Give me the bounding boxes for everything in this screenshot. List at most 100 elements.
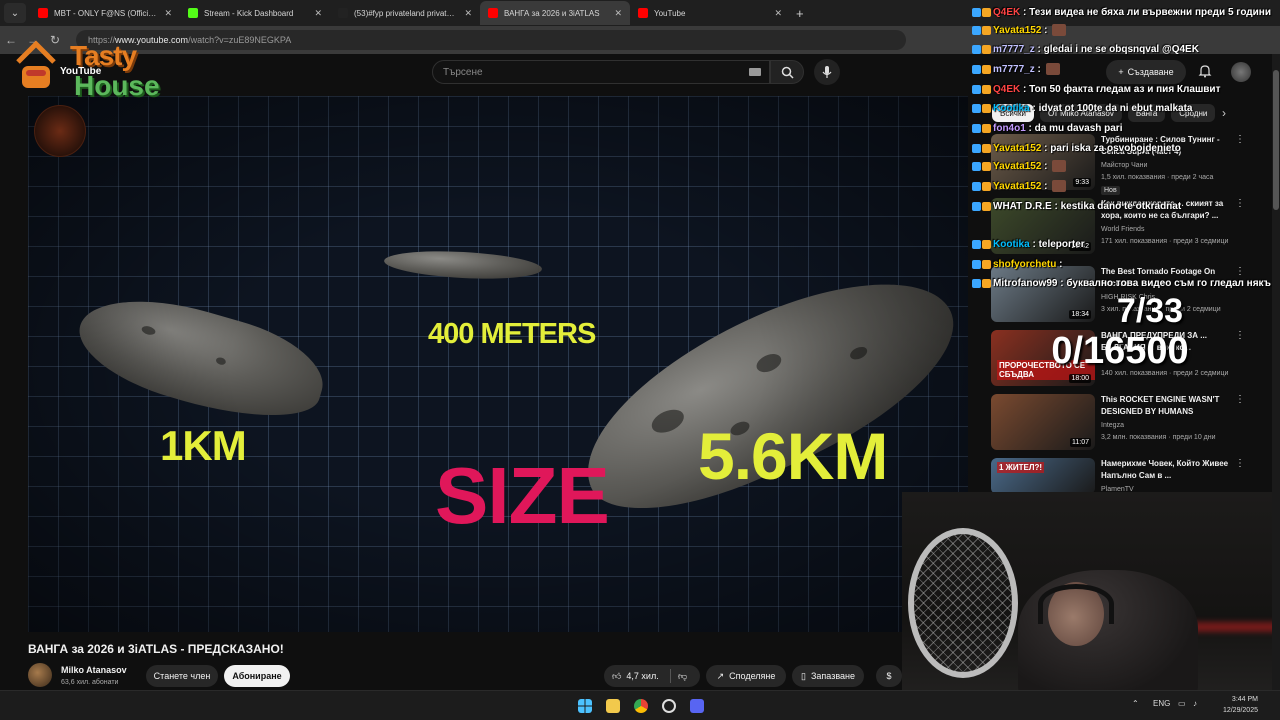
chat-username: Mitrofanow99 (993, 277, 1058, 289)
thumbs-up-icon: 👍︎ (612, 670, 622, 681)
chat-username: m7777_z (993, 43, 1035, 55)
chat-separator: : (1041, 24, 1051, 36)
dislike-button[interactable]: 👎︎ (678, 671, 687, 682)
chat-badge-icon (972, 201, 981, 211)
chat-badges (972, 259, 991, 269)
like-divider (670, 669, 671, 683)
tab-title: Stream - Kick Dashboard (204, 8, 294, 18)
recommended-video[interactable]: 11:07 This ROCKET ENGINE WASN'T DESIGNED … (991, 394, 1271, 450)
tab-title: MBT - ONLY F@NS (Official Au (54, 8, 159, 18)
chat-emote-icon (1052, 160, 1067, 172)
system-clock[interactable]: 3:44 PM 12/29/2025 (1208, 694, 1258, 716)
chevron-up-icon[interactable]: ⌃ (1132, 699, 1139, 708)
search-icon (781, 66, 794, 79)
tab-close-icon[interactable]: ✕ (774, 8, 782, 19)
network-icon[interactable]: ▭ (1178, 699, 1186, 708)
tab-favicon-icon (488, 8, 498, 18)
more-options-icon[interactable]: ⋮ (1235, 394, 1245, 405)
video-thumbnail[interactable]: 1 ЖИТЕЛ?! (991, 458, 1095, 494)
share-button[interactable]: ↗ Споделяне (706, 665, 786, 687)
search-input[interactable]: Търсене (432, 60, 770, 84)
tab-search-button[interactable]: ⌄ (4, 3, 26, 23)
chat-badges (972, 123, 991, 133)
chat-badges (972, 143, 991, 153)
chat-message: Q4EK : Тези видеа не бяха ли вървежни пр… (972, 4, 1271, 20)
thanks-button[interactable]: $ (876, 665, 902, 687)
goal-counter-bottom: 0/16500 (1051, 330, 1189, 372)
chat-username: Kootika (993, 238, 1030, 250)
stream-chat-overlay: Q4EK : Тези видеа не бяха ли вървежни пр… (972, 0, 1280, 300)
chrome-icon[interactable] (634, 699, 648, 713)
chat-text: da mu davash pari (1034, 122, 1123, 134)
video-thumbnail[interactable]: 11:07 (991, 394, 1095, 450)
chat-badge-icon (982, 84, 991, 94)
tab-close-icon[interactable]: ✕ (464, 8, 472, 19)
chat-badge-icon (972, 181, 981, 191)
subscribe-button[interactable]: Абониране (224, 665, 290, 687)
browser-tab[interactable]: (53)#fyp privateland private ru ✕ (330, 1, 480, 25)
chat-badge-icon (972, 25, 981, 35)
chat-username: m7777_z (993, 63, 1035, 75)
recommended-title[interactable]: Намерихме Човек, Който Живее Напълно Сам… (1101, 458, 1235, 482)
recommended-channel[interactable]: Integza (1101, 422, 1124, 429)
obs-icon[interactable] (662, 699, 676, 713)
url-field[interactable]: https://www.youtube.com/watch?v=zuE89NEG… (76, 30, 906, 50)
language-indicator[interactable]: ENG (1153, 699, 1170, 708)
chat-badge-icon (982, 239, 991, 249)
discord-icon[interactable] (690, 699, 704, 713)
browser-tab[interactable]: Stream - Kick Dashboard ✕ (180, 1, 330, 25)
windows-start-icon[interactable] (578, 699, 592, 713)
chat-badge-icon (972, 84, 981, 94)
channel-badge (34, 105, 86, 157)
chat-badges (972, 103, 991, 113)
chat-badges (972, 64, 991, 74)
thumbnail-caption: 1 ЖИТЕЛ?! (997, 462, 1045, 473)
chat-badge-icon (972, 44, 981, 54)
browser-tab[interactable]: MBT - ONLY F@NS (Official Au ✕ (30, 1, 180, 25)
video-duration: 18:00 (1069, 374, 1091, 383)
more-options-icon[interactable]: ⋮ (1235, 458, 1245, 469)
tab-close-icon[interactable]: ✕ (164, 8, 172, 19)
chat-badge-icon (972, 278, 981, 288)
new-tab-button[interactable]: + (796, 6, 804, 21)
windows-taskbar: ⌃ ENG ▭ ♪ 3:44 PM 12/29/2025 (0, 690, 1280, 720)
chat-badge-icon (972, 143, 981, 153)
scrollbar-thumb[interactable] (1273, 70, 1279, 210)
join-button[interactable]: Станете член (146, 665, 218, 687)
chat-username: Yavata152 (993, 160, 1042, 172)
volume-icon[interactable]: ♪ (1193, 699, 1197, 708)
tab-close-icon[interactable]: ✕ (614, 8, 622, 19)
chat-separator: : (1056, 258, 1066, 270)
file-explorer-icon[interactable] (606, 699, 620, 713)
voice-search-button[interactable] (814, 59, 840, 85)
label-5-6km: 5.6KM (698, 419, 888, 493)
recommended-video[interactable]: 1 ЖИТЕЛ?! Намерихме Човек, Който Живее На… (991, 458, 1271, 494)
like-count: 4,7 хил. (626, 671, 659, 681)
chat-badge-icon (982, 161, 991, 171)
search-button[interactable] (770, 60, 804, 84)
like-button[interactable]: 👍︎ 4,7 хил. 👎︎ (604, 665, 700, 687)
chat-separator: : (1020, 6, 1030, 18)
recommended-title[interactable]: This ROCKET ENGINE WASN'T DESIGNED BY HU… (1101, 394, 1235, 418)
chat-username: WHAT D.R.E (993, 200, 1052, 212)
chat-badge-icon (982, 143, 991, 153)
channel-name[interactable]: Milko Atanasov (61, 665, 127, 675)
microphone-icon (822, 65, 832, 78)
chat-emote-icon (1052, 180, 1067, 192)
chat-message: Mitrofanow99 : буквално това видео съм г… (972, 275, 1271, 291)
webcam-feed (902, 492, 1280, 700)
video-title: ВАНГА за 2026 и 3iATLAS - ПРЕДСКАЗАНО! (28, 642, 284, 656)
save-button[interactable]: ▯ Запазване (792, 665, 864, 687)
video-duration: 11:07 (1070, 438, 1091, 447)
channel-avatar[interactable] (28, 663, 52, 687)
tab-close-icon[interactable]: ✕ (314, 8, 322, 19)
browser-tab[interactable]: YouTube ✕ (630, 1, 790, 25)
chat-badges (972, 201, 991, 211)
chat-separator: : (1034, 63, 1044, 75)
browser-tab[interactable]: ВАНГА за 2026 и 3iATLAS ✕ (480, 1, 630, 25)
save-label: Запазване (810, 671, 855, 681)
chat-message: WHAT D.R.E : kestika dano te otkradnat (972, 198, 1181, 214)
video-player[interactable]: 1KM 400 METERS 5.6KM SIZE (28, 96, 968, 632)
chat-message: shofyorchetu : (972, 256, 1065, 272)
keyboard-icon[interactable] (749, 68, 761, 76)
